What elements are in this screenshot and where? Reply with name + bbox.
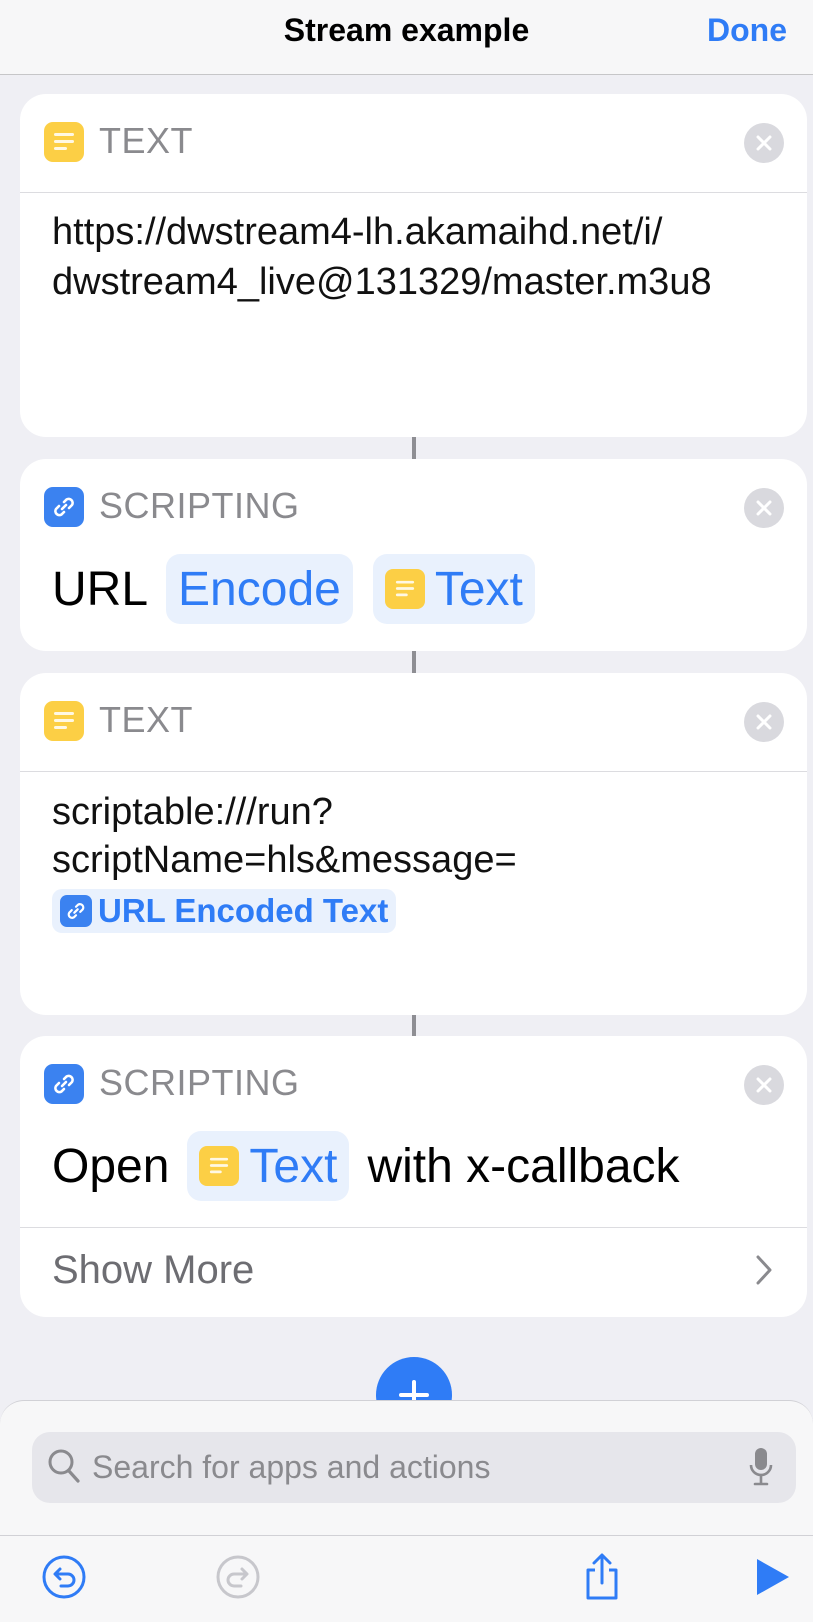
action-name: URL [52,562,149,616]
show-more-row[interactable]: Show More [20,1228,807,1317]
input-variable-token[interactable]: Text [187,1131,350,1201]
show-more-label: Show More [52,1248,255,1292]
link-icon [60,895,92,927]
url-encoded-text-variable[interactable]: URL Encoded Text [52,889,397,933]
token-label: Text [434,562,523,616]
action-category: TEXT [99,699,194,740]
chevron-right-icon [755,1254,773,1291]
action-suffix: with x-callback [367,1139,680,1193]
input-variable-token[interactable]: Text [372,554,535,624]
remove-action-button[interactable] [744,488,784,528]
text-action-card[interactable]: TEXT scriptable:///run? scriptName=hls&m… [20,673,807,1015]
connector-line [412,1015,416,1037]
text-action-card[interactable]: TEXT https://dwstream4-lh.akamaihd.net/i… [20,94,807,437]
action-category: TEXT [99,120,194,161]
undo-button[interactable] [34,1536,94,1622]
action-header: SCRIPTING [20,1036,807,1134]
action-header: TEXT [20,94,807,192]
action-category: SCRIPTING [99,485,300,526]
search-input[interactable] [92,1432,732,1503]
redo-icon [215,1554,261,1605]
bottom-toolbar [0,1535,813,1622]
redo-button[interactable] [208,1536,268,1622]
text-icon [384,569,425,609]
text-icon [199,1146,240,1186]
play-icon [753,1557,791,1602]
run-button[interactable] [742,1536,802,1622]
connector-line [412,651,416,673]
url-encode-action-card[interactable]: SCRIPTING URL Encode Text [20,459,807,651]
nav-bar: Stream example Done [0,0,813,75]
action-parameters: Open Text with x-callback [52,1130,680,1202]
token-label: Text [249,1139,338,1193]
share-button[interactable] [572,1536,632,1622]
text-icon [44,122,84,162]
remove-action-button[interactable] [744,123,784,163]
action-category: SCRIPTING [99,1062,300,1103]
remove-action-button[interactable] [744,702,784,742]
done-button[interactable]: Done [707,12,787,49]
connector-line [412,437,416,459]
variable-label: URL Encoded Text [98,892,389,929]
divider [20,192,807,193]
action-header: SCRIPTING [20,459,807,557]
divider [20,771,807,772]
shortcut-title: Stream example [283,12,530,48]
encode-mode-token[interactable]: Encode [166,554,353,624]
action-header: TEXT [20,673,807,771]
remove-action-button[interactable] [744,1065,784,1105]
open-x-callback-action-card[interactable]: SCRIPTING Open Text with x-callback Show… [20,1036,807,1317]
text-field[interactable]: https://dwstream4-lh.akamaihd.net/i/ dws… [52,207,779,307]
search-icon [46,1447,82,1490]
undo-icon [41,1554,87,1605]
text-field[interactable]: scriptable:///run? scriptName=hls&messag… [52,788,779,934]
text-line: scriptName=hls&message= [52,839,517,881]
search-bar[interactable] [32,1432,796,1503]
microphone-icon[interactable] [748,1446,774,1493]
action-name: Open [52,1139,170,1193]
link-icon [44,1064,84,1104]
action-search-sheet [0,1400,813,1535]
share-icon [582,1552,622,1607]
link-icon [44,487,84,527]
text-icon [44,701,84,741]
token-label: Encode [178,562,341,616]
text-line: scriptable:///run? [52,791,333,833]
action-parameters: URL Encode Text [52,553,545,625]
